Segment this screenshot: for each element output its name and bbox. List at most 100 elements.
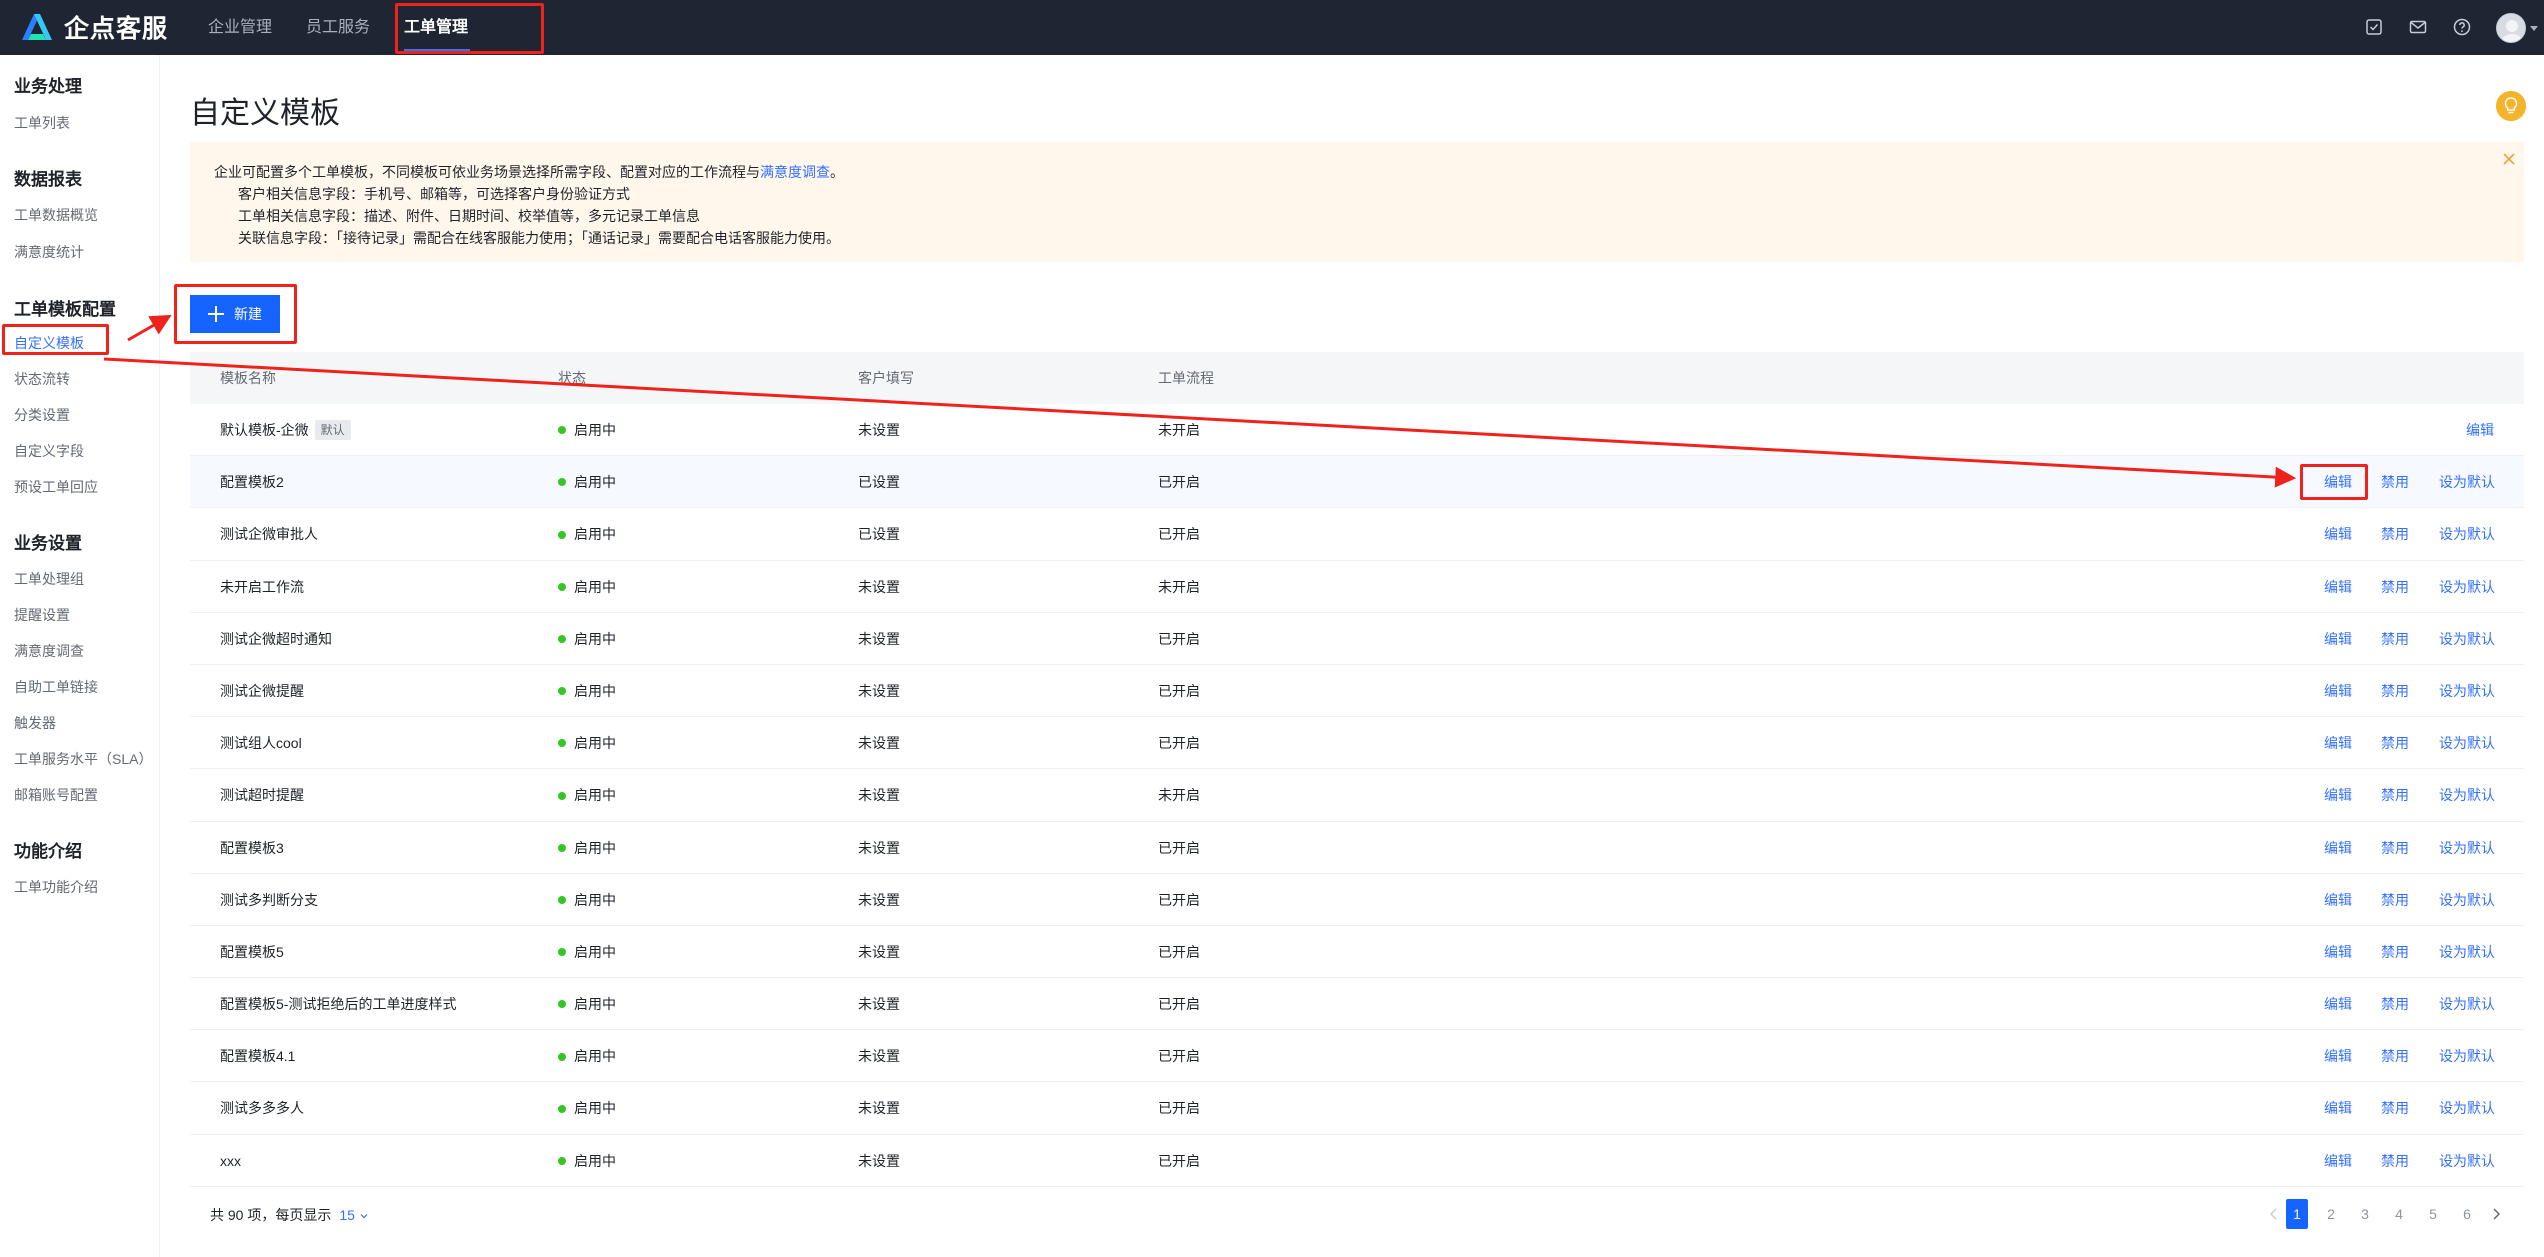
sidebar-item-mailbox-config[interactable]: 邮箱账号配置 [14,785,98,805]
user-avatar[interactable] [2496,13,2526,43]
edit-button[interactable]: 编辑 [2324,926,2352,978]
template-name-text: 测试企微审批人 [220,526,318,543]
edit-button[interactable]: 编辑 [2324,874,2352,926]
set-default-button[interactable]: 设为默认 [2439,1030,2495,1082]
edit-button[interactable]: 编辑 [2324,978,2352,1030]
sidebar-item-satisfaction-stats[interactable]: 满意度统计 [14,242,84,262]
app-logo[interactable]: 企点客服 [20,10,168,44]
sidebar-item-reminder-settings[interactable]: 提醒设置 [14,605,70,625]
lightbulb-icon[interactable] [2496,91,2526,121]
sidebar-item-feature-intro[interactable]: 工单功能介绍 [14,877,98,897]
sidebar-item-sla[interactable]: 工单服务水平（SLA） [14,749,152,769]
pagination-total: 共 90 项，每页显示 15 [210,1205,369,1225]
status-text: 启用中 [574,630,616,647]
sidebar-item-triggers[interactable]: 触发器 [14,713,56,733]
template-name: 配置模板2 [220,456,284,508]
sidebar-item-self-service-link[interactable]: 自助工单链接 [14,677,98,697]
disable-button[interactable]: 禁用 [2381,1135,2409,1187]
set-default-button[interactable]: 设为默认 [2439,769,2495,821]
edit-button[interactable]: 编辑 [2324,717,2352,769]
set-default-button[interactable]: 设为默认 [2439,1082,2495,1134]
page-4[interactable]: 4 [2388,1199,2410,1229]
sidebar-item-custom-template[interactable]: 自定义模板 [14,333,84,353]
status-cell: 启用中 [558,1082,616,1134]
ticket-flow-cell: 已开启 [1158,735,1200,752]
disable-button[interactable]: 禁用 [2381,456,2409,508]
set-default-button[interactable]: 设为默认 [2439,717,2495,769]
disable-button[interactable]: 禁用 [2381,1030,2409,1082]
edit-button[interactable]: 编辑 [2324,613,2352,665]
sidebar-item-ticket-list[interactable]: 工单列表 [14,113,70,133]
set-default-button[interactable]: 设为默认 [2439,613,2495,665]
page-5[interactable]: 5 [2422,1199,2444,1229]
page-1[interactable]: 1 [2286,1199,2308,1229]
disable-button[interactable]: 禁用 [2381,822,2409,874]
nav-employee-service[interactable]: 员工服务 [306,0,370,55]
status-cell: 启用中 [558,1030,616,1082]
edit-button[interactable]: 编辑 [2324,822,2352,874]
edit-button[interactable]: 编辑 [2324,1030,2352,1082]
status-text: 启用中 [574,578,616,595]
edit-button[interactable]: 编辑 [2466,404,2494,456]
page-size-select[interactable]: 15 [339,1207,368,1223]
sidebar-item-ticket-data-overview[interactable]: 工单数据概览 [14,205,98,225]
close-icon[interactable] [2502,152,2516,166]
edit-button[interactable]: 编辑 [2324,1082,2352,1134]
set-default-button[interactable]: 设为默认 [2439,822,2495,874]
disable-button[interactable]: 禁用 [2381,769,2409,821]
table-row: 测试超时提醒 启用中 未设置 未开启 编辑 禁用 设为默认 [190,769,2524,822]
disable-button[interactable]: 禁用 [2381,665,2409,717]
help-icon[interactable] [2452,17,2472,37]
prev-page-icon[interactable] [2266,1199,2282,1229]
next-page-icon[interactable] [2488,1199,2504,1229]
status-text: 启用中 [574,735,616,752]
chevron-down-icon[interactable] [2530,26,2538,31]
customer-fill-cell: 未设置 [858,422,900,438]
disable-button[interactable]: 禁用 [2381,717,2409,769]
template-name: 测试组人cool [220,717,302,769]
new-template-button[interactable]: 新建 [190,295,280,333]
table-row: xxx 启用中 未设置 已开启 编辑 禁用 设为默认 [190,1135,2524,1187]
disable-button[interactable]: 禁用 [2381,926,2409,978]
set-default-button[interactable]: 设为默认 [2439,1135,2495,1187]
edit-button[interactable]: 编辑 [2324,769,2352,821]
customer-fill-cell: 未设置 [858,891,900,908]
page-6[interactable]: 6 [2456,1199,2478,1229]
page-3[interactable]: 3 [2354,1199,2376,1229]
status-dot-icon [558,478,566,487]
set-default-button[interactable]: 设为默认 [2439,456,2495,508]
disable-button[interactable]: 禁用 [2381,613,2409,665]
table-row: 配置模板2 启用中 已设置 已开启 编辑 禁用 设为默认 [190,456,2524,509]
edit-button[interactable]: 编辑 [2324,561,2352,613]
set-default-button[interactable]: 设为默认 [2439,561,2495,613]
sidebar-item-status-flow[interactable]: 状态流转 [14,369,70,389]
edit-button[interactable]: 编辑 [2324,665,2352,717]
satisfaction-survey-link[interactable]: 满意度调查 [760,164,830,180]
set-default-button[interactable]: 设为默认 [2439,874,2495,926]
edit-button[interactable]: 编辑 [2324,508,2352,560]
nav-enterprise-management[interactable]: 企业管理 [208,0,272,55]
nav-ticket-management[interactable]: 工单管理 [404,0,468,55]
disable-button[interactable]: 禁用 [2381,978,2409,1030]
set-default-button[interactable]: 设为默认 [2439,508,2495,560]
sidebar-item-category-settings[interactable]: 分类设置 [14,405,70,425]
status-text: 启用中 [574,839,616,856]
set-default-button[interactable]: 设为默认 [2439,978,2495,1030]
edit-button[interactable]: 编辑 [2324,1135,2352,1187]
sidebar-item-custom-fields[interactable]: 自定义字段 [14,441,84,461]
mail-icon[interactable] [2408,17,2428,37]
disable-button[interactable]: 禁用 [2381,874,2409,926]
set-default-button[interactable]: 设为默认 [2439,926,2495,978]
task-check-icon[interactable] [2364,17,2384,37]
disable-button[interactable]: 禁用 [2381,1082,2409,1134]
template-table: 模板名称 状态 客户填写 工单流程 默认模板-企微 默认 启用中 未设置 未开启 编辑 配置… [190,352,2524,1187]
sidebar-item-satisfaction-survey[interactable]: 满意度调查 [14,641,84,661]
disable-button[interactable]: 禁用 [2381,561,2409,613]
status-text: 启用中 [574,787,616,804]
sidebar-item-handling-groups[interactable]: 工单处理组 [14,569,84,589]
edit-button[interactable]: 编辑 [2324,456,2352,508]
disable-button[interactable]: 禁用 [2381,508,2409,560]
set-default-button[interactable]: 设为默认 [2439,665,2495,717]
page-2[interactable]: 2 [2320,1199,2342,1229]
sidebar-item-preset-responses[interactable]: 预设工单回应 [14,477,98,497]
